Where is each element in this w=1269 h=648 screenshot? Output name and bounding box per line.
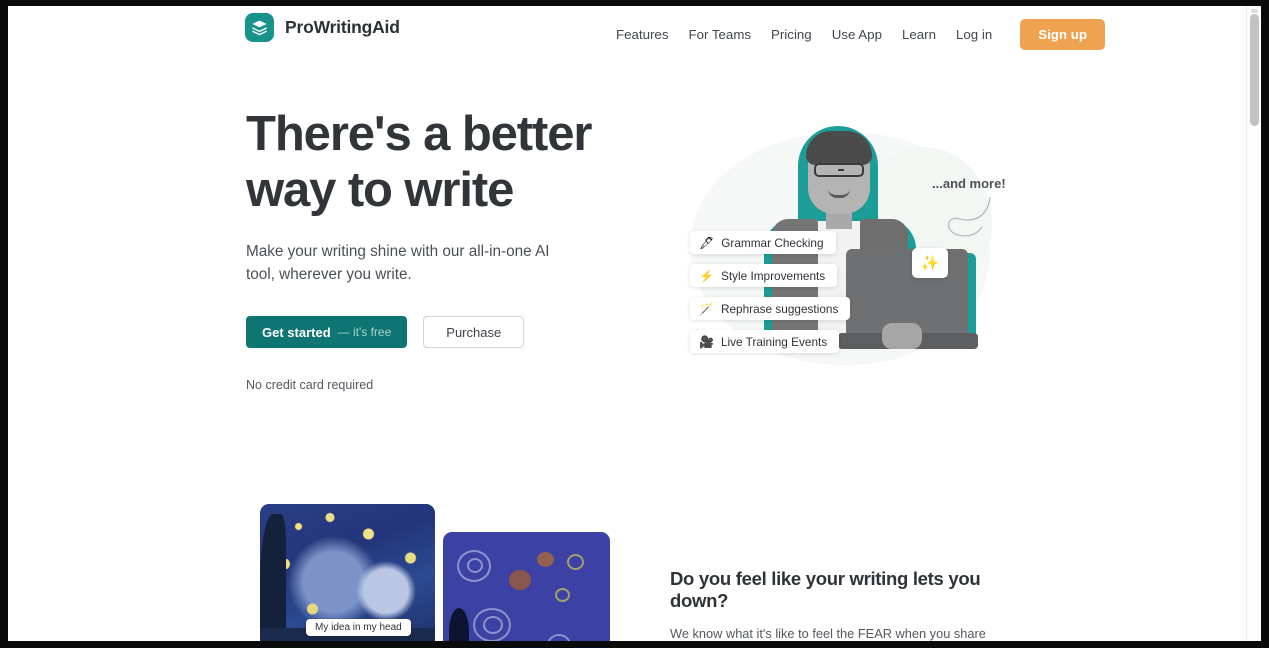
get-started-button[interactable]: Get started — it's free <box>246 316 408 348</box>
crude-star <box>555 588 570 602</box>
feature-card-label: Grammar Checking <box>721 235 824 250</box>
person-hand <box>882 323 922 349</box>
scrollbar-cap <box>1251 9 1258 13</box>
page-title: There's a better way to write <box>246 106 606 218</box>
book-pages-icon <box>245 13 274 42</box>
feature-card-label: Rephrase suggestions <box>720 301 839 316</box>
hero-title-line-1: There's a better <box>246 107 592 161</box>
feature-card-grammar-checking[interactable]: 🖋 Grammar Checking <box>690 231 836 254</box>
page-viewport: ProWritingAid Features For Teams Pricing… <box>8 6 1261 641</box>
brand-logo[interactable]: ProWritingAid <box>245 13 400 42</box>
crude-cypress-tree <box>449 608 469 641</box>
site-header: ProWritingAid Features For Teams Pricing… <box>8 6 1246 62</box>
starry-night-painting: My idea in my head <box>260 504 435 641</box>
nav-item-pricing[interactable]: Pricing <box>761 21 822 48</box>
feature-card-list: 🖋 Grammar Checking ⚡ Style Improvements … <box>690 231 851 353</box>
get-started-note: — it's free <box>337 325 392 339</box>
crude-painting-panel <box>443 532 610 641</box>
purchase-button[interactable]: Purchase <box>423 316 525 348</box>
hero-copy: There's a better way to write Make your … <box>246 106 606 392</box>
browser-window: ProWritingAid Features For Teams Pricing… <box>0 0 1269 648</box>
person-hair <box>806 131 872 165</box>
feature-card-rephrase-suggestions[interactable]: 🪄 Rephrase suggestions <box>690 297 851 320</box>
nav-item-for-teams[interactable]: For Teams <box>678 21 761 48</box>
section-title: Do you feel like your writing lets you d… <box>670 568 981 611</box>
page-scrollbar[interactable] <box>1246 6 1261 641</box>
crude-blob <box>537 552 554 567</box>
nav-item-learn[interactable]: Learn <box>892 21 946 48</box>
feature-card-live-training-events[interactable]: 🎥 Live Training Events <box>690 330 840 353</box>
section-body: We know what it's like to feel the FEAR … <box>670 626 986 641</box>
hero-title-line-2: way to write <box>246 163 514 217</box>
get-started-label: Get started <box>262 324 331 340</box>
main-navigation: Features For Teams Pricing Use App Learn… <box>606 19 1105 50</box>
feature-card-label: Style Improvements <box>720 268 826 283</box>
idea-caption: My idea in my head <box>306 619 411 636</box>
curved-arrow-icon <box>947 196 991 237</box>
eyeglasses-icon <box>814 163 864 177</box>
lightning-bolt-icon: ⚡ <box>699 268 714 283</box>
movie-camera-icon: 🎥 <box>699 334 714 349</box>
hero-subtitle: Make your writing shine with our all-in-… <box>246 243 550 283</box>
hero-illustration: ✨ ...and more! 🖋 Grammar Checking ⚡ Styl… <box>668 101 1028 401</box>
quill-pen-icon: 🖋 <box>699 235 715 250</box>
magic-wand-icon: 🪄 <box>699 301 714 316</box>
comparison-illustration: My idea in my head <box>260 504 610 641</box>
scrollbar-thumb[interactable] <box>1250 14 1259 126</box>
nav-item-features[interactable]: Features <box>606 21 678 48</box>
crude-swirl <box>483 616 503 634</box>
sign-up-button[interactable]: Sign up <box>1020 19 1105 50</box>
section-copy: Do you feel like your writing lets you d… <box>670 568 1020 641</box>
crude-swirl <box>547 634 571 641</box>
nav-item-use-app[interactable]: Use App <box>822 21 892 48</box>
feature-card-style-improvements[interactable]: ⚡ Style Improvements <box>690 264 838 287</box>
crude-blob <box>509 570 531 590</box>
crude-swirl <box>467 558 483 573</box>
web-page: ProWritingAid Features For Teams Pricing… <box>8 6 1246 641</box>
hero-actions: Get started — it's free Purchase <box>246 316 606 348</box>
brand-name: ProWritingAid <box>285 17 400 37</box>
cypress-tree <box>260 514 286 641</box>
feature-card-label: Live Training Events <box>720 334 828 349</box>
crude-star <box>567 554 584 570</box>
and-more-label: ...and more! <box>932 176 1006 191</box>
no-credit-card-note: No credit card required <box>246 378 374 392</box>
nav-item-log-in[interactable]: Log in <box>946 21 1002 48</box>
